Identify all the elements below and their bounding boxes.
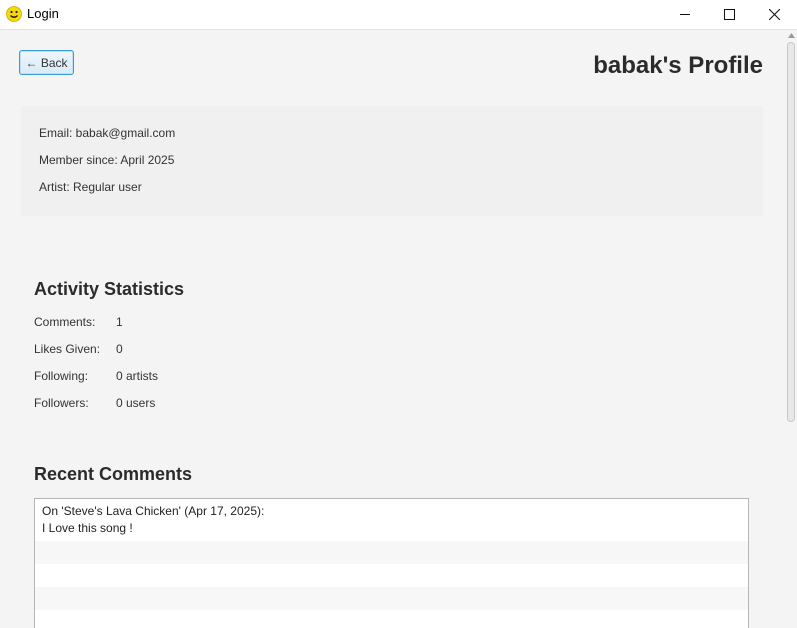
recent-comments-heading: Recent Comments xyxy=(34,464,193,484)
member-since-text: Member since: April 2025 xyxy=(39,153,175,167)
maximize-button[interactable] xyxy=(706,0,752,28)
stat-value-followers: 0 users xyxy=(116,396,156,410)
scrollbar-thumb[interactable] xyxy=(787,42,795,422)
minimize-icon xyxy=(679,13,690,15)
stat-label-followers: Followers: xyxy=(34,396,89,410)
stat-value-following: 0 artists xyxy=(116,369,159,383)
window-title: Login xyxy=(27,6,59,21)
scroll-up-button[interactable] xyxy=(786,30,797,40)
empty-list-row xyxy=(35,541,748,564)
user-info-card: Email: babak@gmail.com Member since: Apr… xyxy=(21,106,763,216)
stat-value-comments: 1 xyxy=(116,315,123,329)
stat-label-following: Following: xyxy=(34,369,89,383)
chevron-up-icon xyxy=(788,32,795,38)
maximize-icon xyxy=(723,8,735,20)
minimize-button[interactable] xyxy=(662,0,708,28)
app-window: Login ← Back babak's Profile Email: baba… xyxy=(0,0,797,628)
close-button[interactable] xyxy=(751,0,797,28)
empty-list-row xyxy=(35,610,748,628)
close-icon xyxy=(768,8,780,20)
email-text: Email: babak@gmail.com xyxy=(39,126,176,140)
vertical-scrollbar[interactable] xyxy=(786,30,797,628)
stat-label-likes: Likes Given: xyxy=(34,342,101,356)
empty-list-row xyxy=(35,564,748,587)
comments-list[interactable]: On 'Steve's Lava Chicken' (Apr 17, 2025)… xyxy=(34,498,749,628)
list-item[interactable]: On 'Steve's Lava Chicken' (Apr 17, 2025)… xyxy=(35,499,748,541)
empty-list-row xyxy=(35,587,748,610)
profile-content: ← Back babak's Profile Email: babak@gmai… xyxy=(0,30,786,628)
page-title: babak's Profile xyxy=(593,52,763,79)
app-smiley-icon xyxy=(6,6,22,22)
title-bar: Login xyxy=(0,0,797,30)
stat-label-comments: Comments: xyxy=(34,315,96,329)
artist-status-text: Artist: Regular user xyxy=(39,180,142,194)
back-button[interactable]: ← Back xyxy=(19,50,74,75)
stat-value-likes: 0 xyxy=(116,342,123,356)
activity-statistics-heading: Activity Statistics xyxy=(34,279,185,299)
comment-text: I Love this song ! xyxy=(42,521,133,535)
comment-context: On 'Steve's Lava Chicken' (Apr 17, 2025)… xyxy=(42,504,265,518)
